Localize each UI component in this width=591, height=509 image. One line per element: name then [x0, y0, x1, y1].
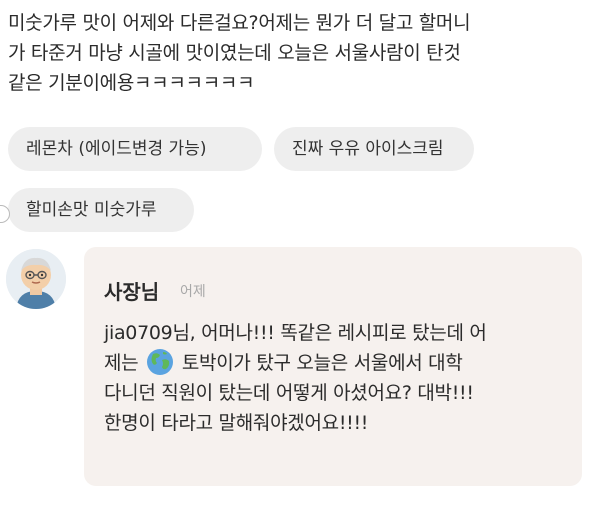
globe-emoji-icon [146, 348, 174, 376]
reply-line-part: 제는 [104, 352, 139, 374]
menu-chip-milk-ice-cream[interactable]: 진짜 우유 아이스크림 [274, 127, 474, 171]
review-line: 같은 기분이에용ㅋㅋㅋㅋㅋㅋㅋ [8, 72, 255, 94]
reply-line-part: 토박이가 탔구 오늘은 서울에서 대학 [181, 352, 463, 374]
review-text: 미숫가루 맛이 어제와 다른걸요?어제는 뭔가 더 달고 할머니 가 타준거 마… [8, 8, 586, 98]
reply-line: jia0709님, 어머나!!! 똑같은 레시피로 탔는데 어 [104, 322, 487, 344]
owner-avatar-icon [6, 249, 66, 309]
reply-line: 제는 토박이가 탔구 오늘은 서울에서 대학 [104, 348, 574, 378]
menu-chip-misutgaru[interactable]: 할미손맛 미숫가루 [8, 188, 194, 232]
review-line: 가 타준거 마냥 시골에 맛이였는데 오늘은 서울사람이 탄것 [8, 42, 461, 64]
menu-chip-lemon-tea[interactable]: 레몬차 (에이드변경 가능) [8, 127, 262, 171]
reply-timestamp: 어제 [180, 284, 206, 300]
reply-line: 다니던 직원이 탔는데 어떻게 아셨어요? 대박!!! [104, 382, 474, 404]
owner-reply-text: jia0709님, 어머나!!! 똑같은 레시피로 탔는데 어 제는 토박이가 … [104, 318, 574, 438]
owner-name: 사장님 [104, 280, 160, 304]
reply-line: 한명이 타라고 말해줘야겠어요!!!! [104, 412, 369, 434]
review-line: 미숫가루 맛이 어제와 다른걸요?어제는 뭔가 더 달고 할머니 [8, 12, 471, 34]
